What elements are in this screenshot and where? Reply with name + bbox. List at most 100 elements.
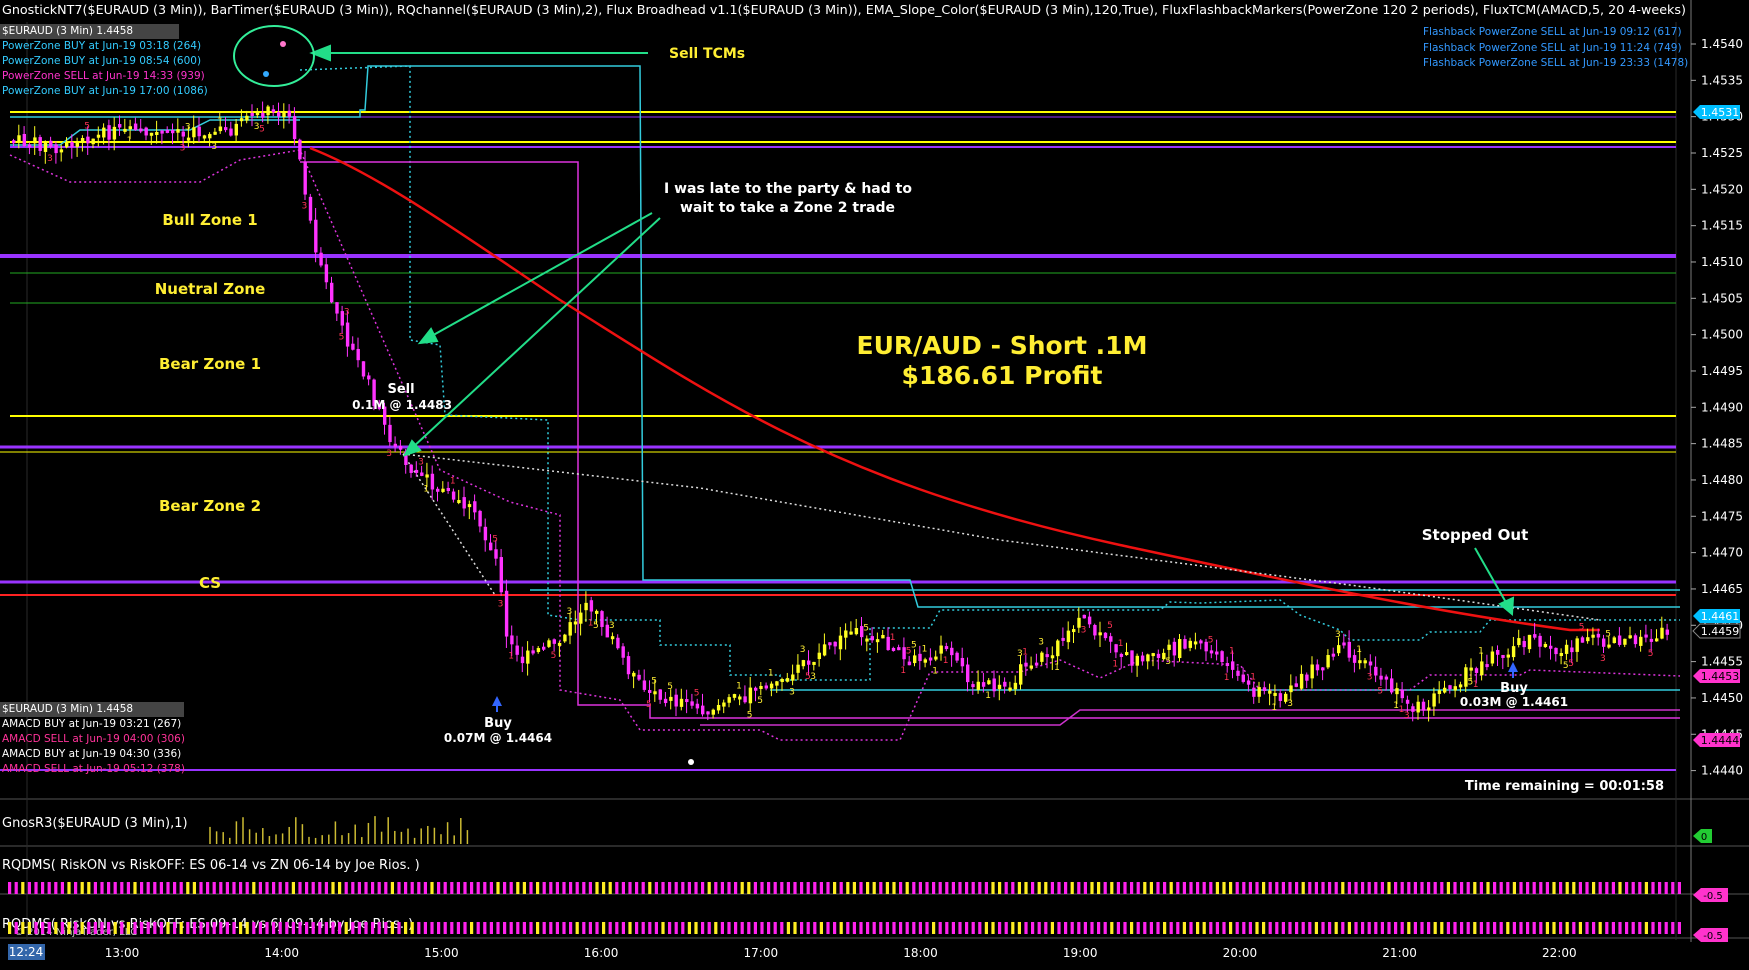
price-tick-label: 1.4510	[1701, 255, 1743, 269]
price-tick-label: 1.4440	[1701, 764, 1743, 778]
rq-bar	[615, 922, 619, 934]
price-tick-label: 1.4515	[1701, 219, 1743, 233]
rq-bar	[1526, 882, 1530, 894]
rq-bar	[1057, 882, 1061, 894]
rq-bar	[1090, 882, 1094, 894]
rq-bar	[1585, 922, 1589, 934]
candle-body	[250, 112, 254, 116]
rq-bar	[1644, 882, 1648, 894]
rq-bar	[641, 882, 645, 894]
rq-bar	[1130, 882, 1134, 894]
rq-bar	[1407, 922, 1411, 934]
rq-bar	[1400, 922, 1404, 934]
candle-body	[351, 343, 355, 350]
rq-bar	[800, 922, 804, 934]
rq-bar	[786, 922, 790, 934]
buy2-trade-detail: 0.03M @ 1.4461	[1460, 695, 1568, 709]
rq-bar	[14, 922, 18, 934]
rq-bar	[1116, 922, 1120, 934]
rq-bar	[753, 922, 757, 934]
candle-body	[1236, 670, 1240, 676]
candle-count-label: 3	[180, 144, 186, 154]
candle-body	[1384, 676, 1389, 680]
current-time-label: 12:24	[9, 945, 44, 959]
rq-bar	[608, 922, 612, 934]
rq-bar	[225, 922, 229, 934]
buy2-trade-label: Buy	[1500, 681, 1528, 696]
time-tick-label: 19:00	[1063, 946, 1098, 960]
rq-bar	[813, 922, 817, 934]
candle-count-label: 5	[1648, 649, 1654, 659]
rq-bar	[899, 922, 903, 934]
rq-bar	[390, 882, 394, 894]
candle-body	[1400, 689, 1404, 699]
rq-bar	[1123, 882, 1127, 894]
rq-bar	[384, 882, 388, 894]
rq-bar	[918, 922, 922, 934]
candle-body	[897, 647, 901, 651]
candle-count-label: 3	[47, 154, 53, 164]
candle-count-label: 1	[1271, 703, 1277, 713]
candle-count-label: 1	[450, 477, 456, 487]
candle-body	[80, 138, 85, 143]
candle-body	[91, 138, 95, 145]
rq-bar	[443, 882, 447, 894]
candle-body	[690, 701, 694, 706]
rq-bar	[1011, 922, 1015, 934]
rq-bar	[1677, 882, 1681, 894]
candle-body	[674, 694, 678, 707]
rq-bar	[602, 882, 606, 894]
rq-bar	[694, 882, 698, 894]
candle-body	[96, 134, 101, 138]
candle-body	[1580, 637, 1585, 643]
rq-bar	[60, 922, 64, 934]
rq-bar	[1044, 882, 1048, 894]
candle-body	[144, 127, 148, 136]
rq-bar	[529, 922, 533, 934]
candle-body	[971, 684, 975, 688]
candle-body	[192, 127, 196, 138]
rq-bar	[1677, 922, 1681, 934]
rq-bar	[232, 882, 236, 894]
rq-bar	[1506, 882, 1510, 894]
rq-bar	[1110, 922, 1114, 934]
candle-count-label: 1	[1473, 680, 1479, 690]
rq-bar	[463, 922, 467, 934]
candle-body	[950, 647, 954, 656]
candle-body	[1390, 678, 1394, 693]
rq-bar	[1499, 882, 1503, 894]
rq-bar	[258, 882, 262, 894]
rq-bar	[1123, 922, 1127, 934]
rq-bar	[767, 922, 771, 934]
gnos-panel-title: GnosR3($EURAUD (3 Min),1)	[2, 816, 188, 831]
flashback-entry-1: Flashback PowerZone SELL at Jun-19 09:12…	[1423, 26, 1682, 38]
candle-body	[701, 705, 705, 715]
price-tick-label: 1.4485	[1701, 437, 1743, 451]
rq-bar	[140, 922, 144, 934]
rq-bar	[357, 882, 361, 894]
rq-bar	[212, 922, 216, 934]
tcm-highlight-circle	[233, 25, 315, 87]
time-tick-label: 20:00	[1223, 946, 1258, 960]
rq-bar	[1070, 922, 1074, 934]
flashback-entry-3: Flashback PowerZone SELL at Jun-19 23:33…	[1423, 57, 1688, 69]
rq-bar	[87, 882, 91, 894]
rq-bar	[159, 882, 163, 894]
amacd-entry-2: AMACD SELL at Jun-19 04:00 (306)	[2, 733, 185, 745]
rq-bar	[1367, 882, 1371, 894]
candle-body	[224, 127, 228, 131]
rq-bar	[1433, 882, 1437, 894]
rq-bar	[258, 922, 262, 934]
time-tick-label: 16:00	[584, 946, 619, 960]
rq-bar	[239, 922, 243, 934]
rq-bar	[569, 882, 573, 894]
price-tick-label: 1.4535	[1701, 73, 1743, 87]
rq-bar	[753, 882, 757, 894]
candle-count-label: 1	[508, 651, 514, 661]
candle-body	[966, 664, 970, 683]
rq-bar	[1176, 882, 1180, 894]
candle-body	[1199, 640, 1203, 644]
candle-body	[1262, 687, 1267, 691]
rq-bar	[859, 922, 863, 934]
vertical-gridlines	[26, 22, 1677, 940]
